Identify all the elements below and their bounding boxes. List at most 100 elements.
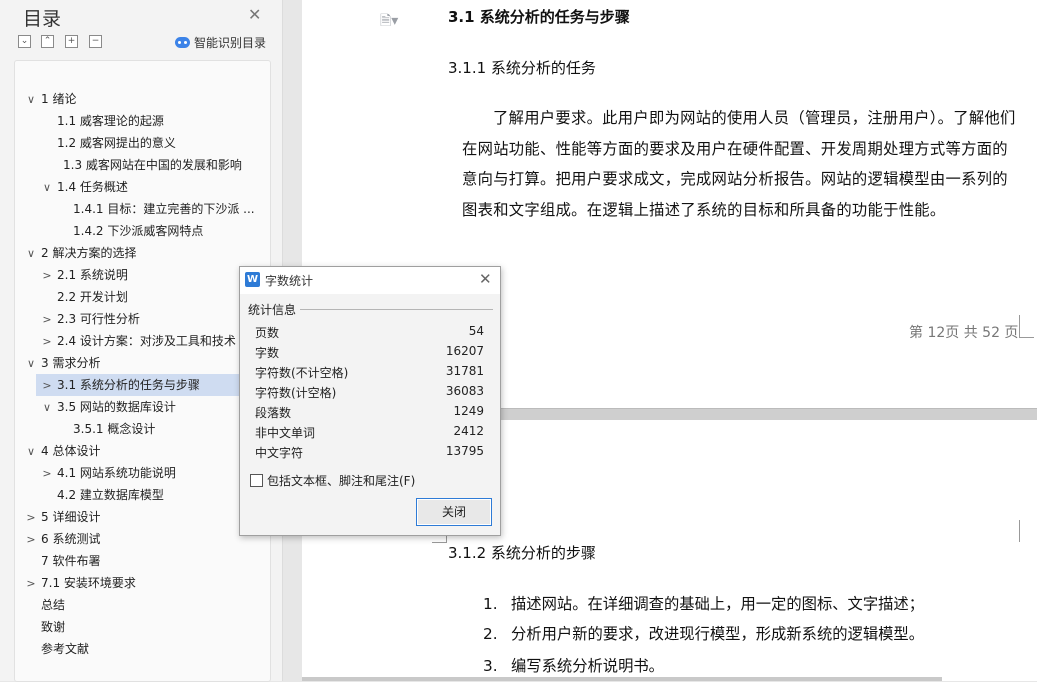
body-paragraph[interactable]: 了解用户要求。此用户即为网站的使用人员（管理员，注册用户）。了解他们在网站功能、… <box>462 103 1022 225</box>
stat-row: 中文字符 13795 <box>255 444 484 464</box>
chevron-down-icon[interactable]: ∨ <box>26 243 36 264</box>
chevron-right-icon[interactable]: > <box>42 309 52 330</box>
toc-item[interactable]: >2.3 可行性分析 <box>42 308 140 330</box>
toc-item-label: 4.2 建立数据库模型 <box>57 488 164 502</box>
chevron-right-icon[interactable]: > <box>42 331 52 352</box>
toc-item-label: 2.1 系统说明 <box>57 268 128 282</box>
toc-item[interactable]: >2.4 设计方案：对涉及工具和技术 ... <box>42 330 251 352</box>
toc-item[interactable]: >7.1 安装环境要求 <box>26 572 136 594</box>
toc-item-label: 1.1 威客理论的起源 <box>57 114 164 128</box>
toc-item[interactable]: ∨ 1 绪论 <box>26 88 76 110</box>
chevron-right-icon[interactable]: > <box>26 529 36 550</box>
stat-row: 字符数(计空格) 36083 <box>255 384 484 404</box>
checkbox-label[interactable]: 包括文本框、脚注和尾注(F) <box>267 472 415 489</box>
wps-logo-icon: W <box>245 272 260 287</box>
toc-item[interactable]: 参考文献 <box>41 638 89 660</box>
stat-value: 54 <box>468 324 484 338</box>
toc-item-label: 1 绪论 <box>41 92 77 106</box>
page-indicator: 第 12页 共 52 页 <box>909 325 1019 341</box>
stat-row: 非中文单词 2412 <box>255 424 484 444</box>
remove-item-icon[interactable]: − <box>89 35 102 48</box>
toc-item[interactable]: ∨ 4 总体设计 <box>26 440 100 462</box>
toc-title: 目录 <box>23 8 62 30</box>
stat-label: 非中文单词 <box>255 426 316 440</box>
toc-item-label: 1.3 威客网站在中国的发展和影响 <box>63 158 242 172</box>
toc-item-label: 2 解决方案的选择 <box>41 246 137 260</box>
close-icon[interactable]: ✕ <box>479 270 492 288</box>
divider <box>300 309 493 310</box>
toc-item-label: 4.1 网站系统功能说明 <box>57 466 176 480</box>
toc-item-label: 总结 <box>41 598 66 612</box>
stat-label: 中文字符 <box>255 446 304 460</box>
toc-item[interactable]: 总结 <box>41 594 65 616</box>
toc-item[interactable]: 1.2 威客网提出的意义 <box>57 132 176 154</box>
toc-item[interactable]: 1.4.1 目标：建立完善的下沙派 ... <box>73 198 255 220</box>
toc-item-label: 3.5 网站的数据库设计 <box>57 400 176 414</box>
close-button[interactable]: 关闭 <box>416 498 492 526</box>
toc-item[interactable]: ∨ 2 解决方案的选择 <box>26 242 136 264</box>
chevron-down-icon[interactable]: ∨ <box>42 177 52 198</box>
list-text: 编写系统分析说明书。 <box>511 657 664 675</box>
toc-item[interactable]: >5 详细设计 <box>26 506 100 528</box>
heading-3-1[interactable]: 3.1 系统分析的任务与步骤 <box>448 6 630 27</box>
collapse-all-icon[interactable]: ⌄ <box>18 35 31 48</box>
smart-toc-label: 智能识别目录 <box>194 36 267 50</box>
horizontal-scrollbar[interactable] <box>302 677 942 681</box>
chevron-down-icon[interactable]: ∨ <box>26 441 36 462</box>
list-item[interactable]: 3. 编写系统分析说明书。 <box>483 654 664 676</box>
stat-label: 字数 <box>255 346 280 360</box>
list-item[interactable]: 2. 分析用户新的要求，改进现行模型，形成新系统的逻辑模型。 <box>483 622 924 644</box>
chevron-down-icon[interactable]: ∨ <box>42 397 52 418</box>
list-item[interactable]: 1. 描述网站。在详细调查的基础上，用一定的图标、文字描述； <box>483 592 924 614</box>
toc-item-label: 1.4 任务概述 <box>57 180 128 194</box>
toc-item-label: 参考文献 <box>41 642 90 656</box>
chevron-right-icon[interactable]: > <box>26 507 36 528</box>
toc-item[interactable]: >2.1 系统说明 <box>42 264 128 286</box>
toc-item[interactable]: >6 系统测试 <box>26 528 100 550</box>
add-item-icon[interactable]: + <box>65 35 78 48</box>
toc-item[interactable]: ∨ 3 需求分析 <box>26 352 100 374</box>
stat-value: 1249 <box>453 404 484 418</box>
stat-row: 段落数 1249 <box>255 404 484 424</box>
toc-item[interactable]: 1.1 威客理论的起源 <box>57 110 164 132</box>
heading-3-1-1[interactable]: 3.1.1 系统分析的任务 <box>448 57 596 78</box>
toc-item[interactable]: 2.2 开发计划 <box>57 286 128 308</box>
smart-toc-button[interactable]: 智能识别目录 <box>175 34 266 51</box>
chevron-right-icon[interactable]: > <box>26 573 36 594</box>
heading-3-1-2[interactable]: 3.1.2 系统分析的步骤 <box>448 542 596 563</box>
document-menu-icon[interactable]: 🗎▾ <box>380 10 398 34</box>
chevron-down-icon[interactable]: ∨ <box>26 353 36 374</box>
toc-item[interactable]: 1.4.2 下沙派威客网特点 <box>73 220 203 242</box>
page-corner-mark <box>1019 315 1034 338</box>
stat-value: 31781 <box>445 364 484 378</box>
toc-item[interactable]: ∨ 3.5 网站的数据库设计 <box>42 396 176 418</box>
stat-label: 字符数(不计空格) <box>255 366 349 380</box>
close-icon[interactable]: ✕ <box>248 5 261 24</box>
expand-level-icon[interactable]: ⌃ <box>41 35 54 48</box>
toc-item[interactable]: 致谢 <box>41 616 65 638</box>
toc-item[interactable]: 4.2 建立数据库模型 <box>57 484 164 506</box>
toc-item[interactable]: 7 软件布署 <box>41 550 100 572</box>
toc-item[interactable]: ∨ 1.4 任务概述 <box>42 176 128 198</box>
toc-item[interactable]: 3.5.1 概念设计 <box>73 418 155 440</box>
list-number: 1. <box>483 595 498 613</box>
stat-value: 13795 <box>445 444 484 458</box>
toc-item-label: 2.2 开发计划 <box>57 290 128 304</box>
toc-item[interactable]: >4.1 网站系统功能说明 <box>42 462 176 484</box>
toc-item-label: 3 需求分析 <box>41 356 101 370</box>
dialog-titlebar[interactable]: W 字数统计 ✕ <box>240 267 500 294</box>
chevron-down-icon[interactable]: ∨ <box>26 89 36 110</box>
toc-item-label: 2.4 设计方案：对涉及工具和技术 ... <box>57 334 252 348</box>
chevron-right-icon[interactable]: > <box>42 265 52 286</box>
toc-item-label: 3.5.1 概念设计 <box>73 422 156 436</box>
include-textbox-checkbox[interactable] <box>250 474 263 487</box>
page-corner-mark <box>1019 520 1034 542</box>
toc-item[interactable]: 1.3 威客网站在中国的发展和影响 <box>63 154 242 176</box>
toc-item[interactable]: >3.1 系统分析的任务与步骤 <box>36 374 272 396</box>
stat-label: 段落数 <box>255 406 292 420</box>
list-number: 3. <box>483 657 498 675</box>
list-text: 分析用户新的要求，改进现行模型，形成新系统的逻辑模型。 <box>511 625 925 643</box>
toc-item-label: 4 总体设计 <box>41 444 101 458</box>
chevron-right-icon[interactable]: > <box>42 463 52 484</box>
chevron-right-icon[interactable]: > <box>42 375 52 396</box>
